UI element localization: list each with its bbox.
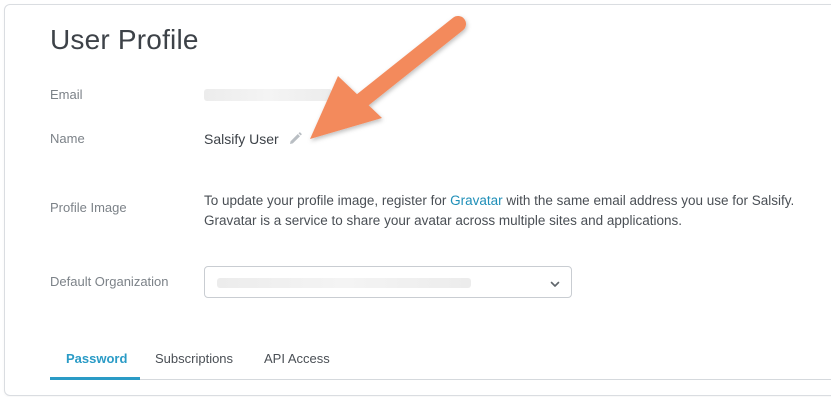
profile-tabs: Password Subscriptions API Access — [50, 343, 831, 380]
tab-password[interactable]: Password — [66, 351, 127, 366]
email-value-redacted — [204, 89, 332, 101]
profile-image-description: To update your profile image, register f… — [204, 191, 824, 231]
tab-api-access[interactable]: API Access — [264, 351, 330, 366]
chevron-down-icon — [549, 277, 561, 289]
name-label: Name — [50, 131, 85, 146]
name-value: Salsify User — [204, 131, 279, 147]
profile-image-label: Profile Image — [50, 200, 127, 215]
email-label: Email — [50, 87, 83, 102]
default-organization-label: Default Organization — [50, 274, 169, 289]
name-value-row: Salsify User — [204, 131, 303, 147]
active-tab-indicator — [50, 377, 140, 380]
tab-subscriptions[interactable]: Subscriptions — [155, 351, 233, 366]
profile-text-before: To update your profile image, register f… — [204, 193, 451, 208]
page-title: User Profile — [50, 24, 199, 55]
pencil-icon[interactable] — [287, 131, 303, 147]
organization-value-redacted — [217, 278, 471, 288]
default-organization-select[interactable] — [204, 266, 572, 298]
gravatar-link[interactable]: Gravatar — [450, 193, 503, 208]
